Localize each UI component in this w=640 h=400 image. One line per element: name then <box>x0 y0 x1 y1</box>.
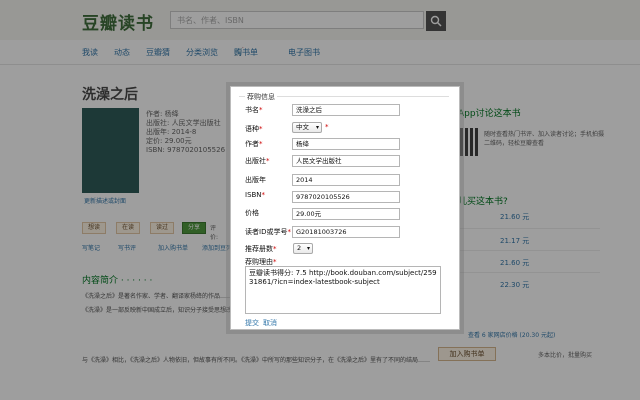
language-select[interactable]: 中文 ▾ <box>292 122 322 133</box>
price-label: 价格 <box>245 209 259 217</box>
year-input[interactable]: 2014 <box>292 174 400 186</box>
price-input[interactable]: 29.00元 <box>292 208 400 220</box>
required-mark: * <box>325 123 329 131</box>
fieldset-legend: 荐购信息 <box>245 92 277 102</box>
title-input[interactable]: 洗澡之后 <box>292 104 400 116</box>
count-select[interactable]: 2 ▾ <box>293 243 313 254</box>
reader-id-input[interactable]: G20181003726 <box>292 226 400 238</box>
recommend-dialog: 荐购信息 书名* 洗澡之后 语种* 中文 ▾ * 作者* 杨绛 出版社* 人民文学… <box>230 86 460 330</box>
title-label: 书名* <box>245 106 263 114</box>
reason-textarea[interactable]: 豆瓣读书得分: 7.5 http://book.douban.com/subje… <box>245 266 441 314</box>
chevron-down-icon: ▾ <box>306 245 310 252</box>
cancel-link[interactable]: 取消 <box>263 319 277 327</box>
publisher-label: 出版社* <box>245 157 270 165</box>
submit-link[interactable]: 提交 <box>245 319 259 327</box>
author-label: 作者* <box>245 140 263 148</box>
isbn-input[interactable]: 9787020105526 <box>292 191 400 203</box>
year-label: 出版年 <box>245 176 266 184</box>
isbn-label: ISBN* <box>245 191 266 199</box>
publisher-input[interactable]: 人民文学出版社 <box>292 155 400 167</box>
chevron-down-icon: ▾ <box>315 124 319 131</box>
language-label: 语种* <box>245 125 263 133</box>
dialog-actions: 提交 取消 <box>245 318 281 328</box>
reader-id-label: 读者ID或学号* <box>245 228 291 236</box>
author-input[interactable]: 杨绛 <box>292 138 400 150</box>
count-label: 推荐册数* <box>245 245 277 253</box>
